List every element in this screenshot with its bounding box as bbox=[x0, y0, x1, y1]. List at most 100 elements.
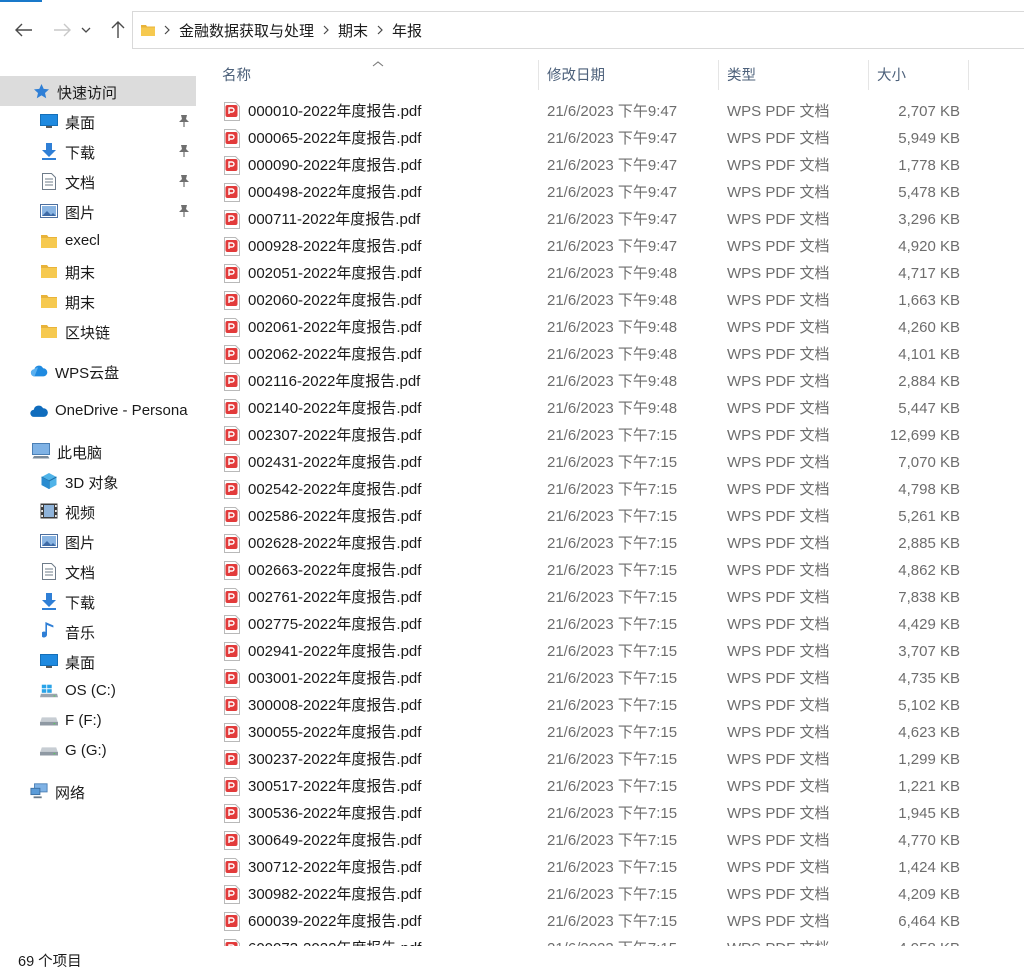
column-divider[interactable] bbox=[968, 60, 969, 90]
breadcrumb-item[interactable]: 年报 bbox=[392, 20, 422, 41]
file-row[interactable]: 002062-2022年度报告.pdf 21/6/2023 下午9:48 WPS P… bbox=[196, 341, 1024, 368]
file-row[interactable]: 002060-2022年度报告.pdf 21/6/2023 下午9:48 WPS P… bbox=[196, 287, 1024, 314]
chevron-right-icon[interactable] bbox=[155, 25, 179, 35]
back-button[interactable] bbox=[10, 16, 38, 44]
file-row[interactable]: 002051-2022年度报告.pdf 21/6/2023 下午9:48 WPS P… bbox=[196, 260, 1024, 287]
sidebar-item[interactable]: 图片 bbox=[0, 196, 196, 226]
column-divider[interactable] bbox=[868, 60, 869, 90]
file-row[interactable]: 300237-2022年度报告.pdf 21/6/2023 下午7:15 WPS P… bbox=[196, 746, 1024, 773]
file-name[interactable]: 002542-2022年度报告.pdf bbox=[248, 476, 421, 503]
file-row[interactable]: 300712-2022年度报告.pdf 21/6/2023 下午7:15 WPS P… bbox=[196, 854, 1024, 881]
file-row[interactable]: 002542-2022年度报告.pdf 21/6/2023 下午7:15 WPS P… bbox=[196, 476, 1024, 503]
sidebar-item[interactable]: 网络 bbox=[0, 776, 196, 806]
file-row[interactable]: 002775-2022年度报告.pdf 21/6/2023 下午7:15 WPS P… bbox=[196, 611, 1024, 638]
chevron-right-icon[interactable] bbox=[314, 25, 338, 35]
file-row[interactable]: 000065-2022年度报告.pdf 21/6/2023 下午9:47 WPS P… bbox=[196, 125, 1024, 152]
file-name[interactable]: 002628-2022年度报告.pdf bbox=[248, 530, 421, 557]
file-name[interactable]: 002307-2022年度报告.pdf bbox=[248, 422, 421, 449]
column-header-name[interactable]: 名称 bbox=[222, 60, 251, 88]
file-name[interactable]: 002431-2022年度报告.pdf bbox=[248, 449, 421, 476]
file-name[interactable]: 300536-2022年度报告.pdf bbox=[248, 800, 421, 827]
chevron-right-icon[interactable] bbox=[368, 25, 392, 35]
file-row[interactable]: 300982-2022年度报告.pdf 21/6/2023 下午7:15 WPS P… bbox=[196, 881, 1024, 908]
sidebar-item[interactable]: 音乐 bbox=[0, 616, 196, 646]
file-name[interactable]: 000010-2022年度报告.pdf bbox=[248, 98, 421, 125]
sidebar-item[interactable]: OneDrive - Persona bbox=[0, 396, 196, 426]
sidebar-item[interactable]: execl bbox=[0, 226, 196, 256]
sidebar-item[interactable]: 下载 bbox=[0, 586, 196, 616]
file-name[interactable]: 000498-2022年度报告.pdf bbox=[248, 179, 421, 206]
file-row[interactable]: 000928-2022年度报告.pdf 21/6/2023 下午9:47 WPS P… bbox=[196, 233, 1024, 260]
file-name[interactable]: 300055-2022年度报告.pdf bbox=[248, 719, 421, 746]
file-row[interactable]: 002061-2022年度报告.pdf 21/6/2023 下午9:48 WPS P… bbox=[196, 314, 1024, 341]
file-row[interactable]: 002307-2022年度报告.pdf 21/6/2023 下午7:15 WPS P… bbox=[196, 422, 1024, 449]
sidebar-item[interactable]: WPS云盘 bbox=[0, 356, 196, 386]
sidebar-item[interactable]: 下载 bbox=[0, 136, 196, 166]
column-header-date[interactable]: 修改日期 bbox=[547, 60, 605, 88]
file-name[interactable]: 002060-2022年度报告.pdf bbox=[248, 287, 421, 314]
file-row[interactable]: 000090-2022年度报告.pdf 21/6/2023 下午9:47 WPS P… bbox=[196, 152, 1024, 179]
breadcrumb-item[interactable]: 期末 bbox=[338, 20, 368, 41]
sidebar-item[interactable]: 区块链 bbox=[0, 316, 196, 346]
file-row[interactable]: 002116-2022年度报告.pdf 21/6/2023 下午9:48 WPS P… bbox=[196, 368, 1024, 395]
file-row[interactable]: 300649-2022年度报告.pdf 21/6/2023 下午7:15 WPS P… bbox=[196, 827, 1024, 854]
sidebar-item[interactable]: 3D 对象 bbox=[0, 466, 196, 496]
file-row[interactable]: 300536-2022年度报告.pdf 21/6/2023 下午7:15 WPS P… bbox=[196, 800, 1024, 827]
file-row[interactable]: 002628-2022年度报告.pdf 21/6/2023 下午7:15 WPS P… bbox=[196, 530, 1024, 557]
file-name[interactable]: 600073-2022年度报告.pdf bbox=[248, 935, 421, 946]
column-header-type[interactable]: 类型 bbox=[727, 60, 756, 88]
file-name[interactable]: 300982-2022年度报告.pdf bbox=[248, 881, 421, 908]
file-name[interactable]: 300712-2022年度报告.pdf bbox=[248, 854, 421, 881]
file-name[interactable]: 002062-2022年度报告.pdf bbox=[248, 341, 421, 368]
file-name[interactable]: 000090-2022年度报告.pdf bbox=[248, 152, 421, 179]
file-row[interactable]: 000498-2022年度报告.pdf 21/6/2023 下午9:47 WPS P… bbox=[196, 179, 1024, 206]
column-divider[interactable] bbox=[538, 60, 539, 90]
sidebar-item[interactable]: 图片 bbox=[0, 526, 196, 556]
file-row[interactable]: 002941-2022年度报告.pdf 21/6/2023 下午7:15 WPS P… bbox=[196, 638, 1024, 665]
column-header-size[interactable]: 大小 bbox=[877, 60, 906, 88]
file-row[interactable]: 000010-2022年度报告.pdf 21/6/2023 下午9:47 WPS P… bbox=[196, 98, 1024, 125]
file-row[interactable]: 300055-2022年度报告.pdf 21/6/2023 下午7:15 WPS P… bbox=[196, 719, 1024, 746]
file-name[interactable]: 002051-2022年度报告.pdf bbox=[248, 260, 421, 287]
recent-locations-button[interactable] bbox=[78, 16, 94, 44]
file-row[interactable]: 003001-2022年度报告.pdf 21/6/2023 下午7:15 WPS P… bbox=[196, 665, 1024, 692]
file-name[interactable]: 002061-2022年度报告.pdf bbox=[248, 314, 421, 341]
sidebar-item[interactable]: 桌面 bbox=[0, 106, 196, 136]
file-row[interactable]: 300008-2022年度报告.pdf 21/6/2023 下午7:15 WPS P… bbox=[196, 692, 1024, 719]
file-name[interactable]: 300649-2022年度报告.pdf bbox=[248, 827, 421, 854]
file-name[interactable]: 600039-2022年度报告.pdf bbox=[248, 908, 421, 935]
forward-button[interactable] bbox=[48, 16, 76, 44]
sidebar-item[interactable]: OS (C:) bbox=[0, 676, 196, 706]
sidebar-item[interactable]: 期末 bbox=[0, 256, 196, 286]
up-button[interactable] bbox=[104, 16, 132, 44]
sidebar-item[interactable]: 期末 bbox=[0, 286, 196, 316]
file-row[interactable]: 002431-2022年度报告.pdf 21/6/2023 下午7:15 WPS P… bbox=[196, 449, 1024, 476]
file-row[interactable]: 600039-2022年度报告.pdf 21/6/2023 下午7:15 WPS P… bbox=[196, 908, 1024, 935]
file-name[interactable]: 002941-2022年度报告.pdf bbox=[248, 638, 421, 665]
file-name[interactable]: 300517-2022年度报告.pdf bbox=[248, 773, 421, 800]
column-divider[interactable] bbox=[718, 60, 719, 90]
file-name[interactable]: 003001-2022年度报告.pdf bbox=[248, 665, 421, 692]
file-name[interactable]: 002663-2022年度报告.pdf bbox=[248, 557, 421, 584]
file-name[interactable]: 300008-2022年度报告.pdf bbox=[248, 692, 421, 719]
address-bar[interactable]: 金融数据获取与处理 期末 年报 bbox=[132, 11, 1024, 49]
sidebar-item[interactable]: G (G:) bbox=[0, 736, 196, 766]
file-name[interactable]: 000928-2022年度报告.pdf bbox=[248, 233, 421, 260]
sidebar-item[interactable]: 文档 bbox=[0, 166, 196, 196]
sidebar-item[interactable]: 此电脑 bbox=[0, 436, 196, 466]
file-name[interactable]: 000065-2022年度报告.pdf bbox=[248, 125, 421, 152]
file-row[interactable]: 600073-2022年度报告.pdf 21/6/2023 下午7:15 WPS P… bbox=[196, 935, 1024, 946]
file-name[interactable]: 300237-2022年度报告.pdf bbox=[248, 746, 421, 773]
sidebar-item[interactable]: 文档 bbox=[0, 556, 196, 586]
file-row[interactable]: 002586-2022年度报告.pdf 21/6/2023 下午7:15 WPS P… bbox=[196, 503, 1024, 530]
file-row[interactable]: 000711-2022年度报告.pdf 21/6/2023 下午9:47 WPS P… bbox=[196, 206, 1024, 233]
sidebar-item[interactable]: 桌面 bbox=[0, 646, 196, 676]
file-name[interactable]: 002775-2022年度报告.pdf bbox=[248, 611, 421, 638]
sidebar-item[interactable]: 快速访问 bbox=[0, 76, 196, 106]
file-name[interactable]: 002761-2022年度报告.pdf bbox=[248, 584, 421, 611]
file-name[interactable]: 002140-2022年度报告.pdf bbox=[248, 395, 421, 422]
sidebar-item[interactable]: F (F:) bbox=[0, 706, 196, 736]
file-row[interactable]: 002663-2022年度报告.pdf 21/6/2023 下午7:15 WPS P… bbox=[196, 557, 1024, 584]
file-name[interactable]: 002586-2022年度报告.pdf bbox=[248, 503, 421, 530]
file-name[interactable]: 002116-2022年度报告.pdf bbox=[248, 368, 420, 395]
